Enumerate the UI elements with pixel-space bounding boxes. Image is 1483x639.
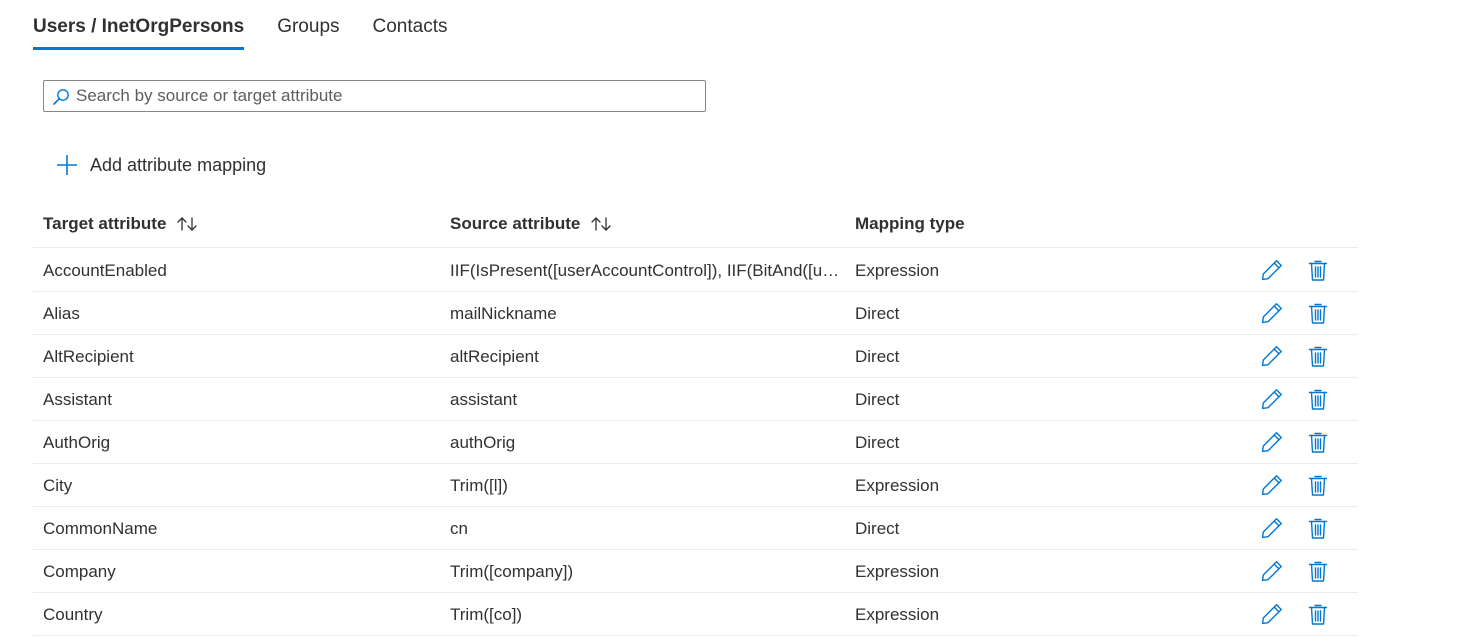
table-row: Alias mailNickname Direct: [33, 292, 1358, 335]
target-attribute-cell: AltRecipient: [43, 347, 134, 366]
sort-icon[interactable]: [589, 215, 613, 233]
trash-icon[interactable]: [1306, 258, 1330, 282]
trash-icon[interactable]: [1306, 387, 1330, 411]
table-header: Target attribute Source attribute Mappin…: [33, 200, 1358, 248]
pencil-icon[interactable]: [1260, 430, 1284, 454]
pencil-icon[interactable]: [1260, 602, 1284, 626]
table-row: City Trim([l]) Expression: [33, 464, 1358, 507]
search-input[interactable]: [76, 81, 696, 111]
pencil-icon[interactable]: [1260, 473, 1284, 497]
tab-contacts[interactable]: Contacts: [373, 0, 448, 50]
table-row: AltRecipient altRecipient Direct: [33, 335, 1358, 378]
table-row: AccountEnabled IIF(IsPresent([userAccoun…: [33, 249, 1358, 292]
source-attribute-cell: assistant: [450, 390, 518, 409]
mapping-type-cell: Direct: [855, 519, 900, 538]
source-attribute-cell: altRecipient: [450, 347, 539, 366]
target-attribute-cell: CommonName: [43, 519, 158, 538]
pencil-icon[interactable]: [1260, 344, 1284, 368]
add-attribute-mapping-label: Add attribute mapping: [90, 154, 267, 175]
column-header-target-label: Target attribute: [43, 213, 167, 233]
target-attribute-cell: Alias: [43, 304, 80, 323]
pencil-icon[interactable]: [1260, 387, 1284, 411]
source-attribute-cell: authOrig: [450, 433, 516, 452]
mapping-type-cell: Expression: [855, 605, 940, 624]
mapping-type-cell: Expression: [855, 562, 940, 581]
source-attribute-cell: Trim([l]): [450, 476, 508, 495]
table-row: Country Trim([co]) Expression: [33, 593, 1358, 636]
column-header-source: Source attribute: [450, 200, 613, 247]
trash-icon[interactable]: [1306, 473, 1330, 497]
column-header-target: Target attribute: [43, 200, 199, 247]
tab-users-inetorgpersons[interactable]: Users / InetOrgPersons: [33, 0, 245, 50]
table-row: AuthOrig authOrig Direct: [33, 421, 1358, 464]
source-attribute-cell: mailNickname: [450, 304, 557, 323]
trash-icon[interactable]: [1306, 344, 1330, 368]
search-icon: [53, 89, 69, 105]
target-attribute-cell: Country: [43, 605, 103, 624]
tab-groups[interactable]: Groups: [277, 0, 339, 50]
target-attribute-cell: City: [43, 476, 73, 495]
tab-bar: Users / InetOrgPersons Groups Contacts: [33, 0, 481, 50]
target-attribute-cell: AccountEnabled: [43, 261, 167, 280]
trash-icon[interactable]: [1306, 602, 1330, 626]
source-attribute-cell: Trim([co]): [450, 605, 523, 624]
source-attribute-cell: Trim([company]): [450, 562, 574, 581]
mapping-type-cell: Direct: [855, 347, 900, 366]
column-header-mapping-type-label: Mapping type: [855, 213, 965, 233]
mapping-type-cell: Direct: [855, 304, 900, 323]
target-attribute-cell: Company: [43, 562, 116, 581]
table-row: Company Trim([company]) Expression: [33, 550, 1358, 593]
column-header-source-label: Source attribute: [450, 213, 581, 233]
mapping-type-cell: Expression: [855, 261, 940, 280]
trash-icon[interactable]: [1306, 301, 1330, 325]
target-attribute-cell: AuthOrig: [43, 433, 111, 452]
source-attribute-cell: IIF(IsPresent([userAccountControl]), IIF…: [450, 261, 843, 280]
trash-icon[interactable]: [1306, 516, 1330, 540]
add-attribute-mapping-button[interactable]: Add attribute mapping: [56, 150, 266, 180]
source-attribute-cell: cn: [450, 519, 468, 538]
table-row: Assistant assistant Direct: [33, 378, 1358, 421]
target-attribute-cell: Assistant: [43, 390, 112, 409]
pencil-icon[interactable]: [1260, 301, 1284, 325]
trash-icon[interactable]: [1306, 430, 1330, 454]
plus-icon: [57, 155, 77, 175]
trash-icon[interactable]: [1306, 559, 1330, 583]
mapping-type-cell: Expression: [855, 476, 940, 495]
table-body: AccountEnabled IIF(IsPresent([userAccoun…: [33, 249, 1358, 636]
mapping-type-cell: Direct: [855, 433, 900, 452]
sort-icon[interactable]: [175, 215, 199, 233]
table-row: CommonName cn Direct: [33, 507, 1358, 550]
pencil-icon[interactable]: [1260, 559, 1284, 583]
pencil-icon[interactable]: [1260, 516, 1284, 540]
pencil-icon[interactable]: [1260, 258, 1284, 282]
search-box: [43, 80, 706, 112]
mapping-type-cell: Direct: [855, 390, 900, 409]
column-header-mapping-type: Mapping type: [855, 200, 965, 247]
